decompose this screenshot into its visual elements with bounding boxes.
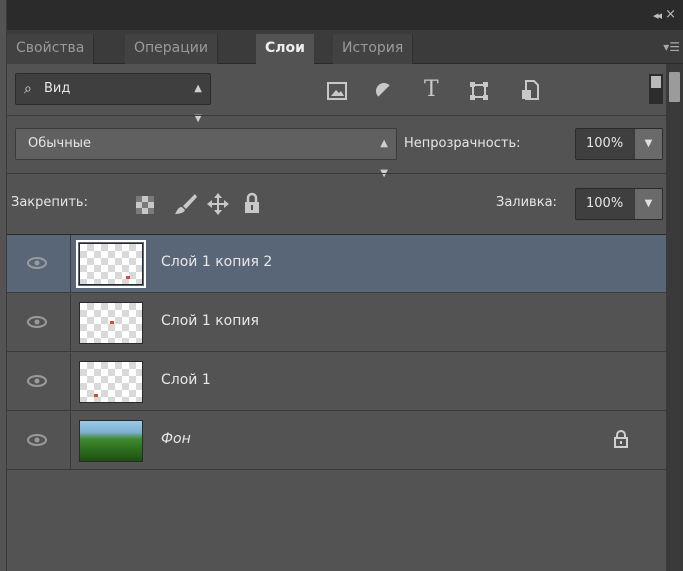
visibility-toggle[interactable] (7, 294, 71, 352)
search-icon: ⌕ (24, 81, 32, 97)
vertical-scrollbar[interactable] (666, 64, 683, 571)
opacity-value[interactable]: 100% (586, 129, 623, 159)
chevron-down-icon[interactable]: ▼ (634, 189, 662, 219)
tab-actions[interactable]: Операции (125, 34, 218, 64)
eye-icon[interactable] (27, 316, 47, 328)
visibility-toggle[interactable] (7, 235, 71, 293)
lock-icon[interactable] (613, 430, 629, 448)
layer-row[interactable]: Слой 1 копия 2 (7, 235, 667, 293)
lock-row: Закрепить: Заливка: 100% ▼ (7, 174, 667, 234)
fill-field[interactable]: 100% ▼ (575, 188, 663, 220)
layer-thumbnail[interactable] (79, 302, 143, 344)
eye-icon[interactable] (27, 375, 47, 387)
opacity-label: Непрозрачность: (404, 136, 521, 151)
tab-properties[interactable]: Свойства (7, 34, 95, 64)
blend-row: Обычные ▲▼ Непрозрачность: 100% ▼ (7, 116, 667, 179)
fill-label: Заливка: (496, 195, 557, 210)
filter-kind-value: Вид (44, 81, 71, 96)
eye-icon[interactable] (27, 257, 47, 269)
layer-thumbnail[interactable] (79, 361, 143, 403)
lock-transparent-pixels-icon[interactable] (136, 196, 154, 214)
layer-thumbnail[interactable] (79, 420, 143, 462)
type-filter-icon[interactable]: T (424, 77, 439, 102)
close-panel-icon[interactable]: × (665, 7, 676, 22)
adjustment-filter-icon[interactable] (375, 82, 393, 100)
eye-icon[interactable] (27, 434, 47, 446)
collapse-panel-icon[interactable]: ◂◂ (653, 9, 662, 22)
lock-image-pixels-icon[interactable] (173, 192, 197, 216)
layer-row[interactable]: Слой 1 (7, 353, 667, 411)
layer-thumbnail[interactable] (76, 240, 146, 288)
layers-list: Слой 1 копия 2 Слой 1 копия Слой 1 Фон (7, 234, 667, 564)
tab-layers[interactable]: Слои (256, 34, 314, 65)
layer-row[interactable]: Фон (7, 412, 667, 470)
blend-mode-select[interactable]: Обычные ▲▼ (15, 128, 397, 179)
panel-tab-bar: Свойства Операции Слои История ▾☰ (7, 30, 683, 65)
layer-name[interactable]: Слой 1 (161, 372, 211, 388)
lock-all-icon[interactable] (244, 192, 260, 214)
layer-row[interactable]: Слой 1 копия (7, 294, 667, 352)
filter-kind-select[interactable]: ⌕ Вид ▲ ▼ (15, 73, 211, 124)
lock-position-icon[interactable] (207, 193, 229, 215)
blend-mode-value: Обычные (28, 136, 91, 151)
filter-row: ⌕ Вид ▲ ▼ T (7, 64, 667, 124)
layer-name[interactable]: Фон (161, 431, 191, 447)
visibility-toggle[interactable] (7, 412, 71, 470)
panel-title-strip: ◂◂ × (7, 0, 683, 30)
lock-label: Закрепить: (11, 195, 88, 210)
panel-menu-icon[interactable]: ▾☰ (663, 40, 680, 54)
scrollbar-thumb[interactable] (669, 72, 680, 102)
layers-panel: ◂◂ × Свойства Операции Слои История ▾☰ ⌕… (6, 0, 683, 571)
smart-object-filter-icon[interactable] (521, 80, 539, 100)
visibility-toggle[interactable] (7, 353, 71, 411)
image-filter-icon[interactable] (327, 82, 347, 100)
tab-history[interactable]: История (333, 34, 414, 64)
chevron-down-icon[interactable]: ▼ (634, 129, 662, 159)
opacity-field[interactable]: 100% ▼ (575, 128, 663, 160)
layer-name[interactable]: Слой 1 копия 2 (161, 254, 272, 270)
filter-toggle-switch[interactable] (649, 74, 663, 104)
fill-value[interactable]: 100% (586, 189, 623, 219)
layer-name[interactable]: Слой 1 копия (161, 313, 259, 329)
shape-filter-icon[interactable] (469, 81, 489, 101)
